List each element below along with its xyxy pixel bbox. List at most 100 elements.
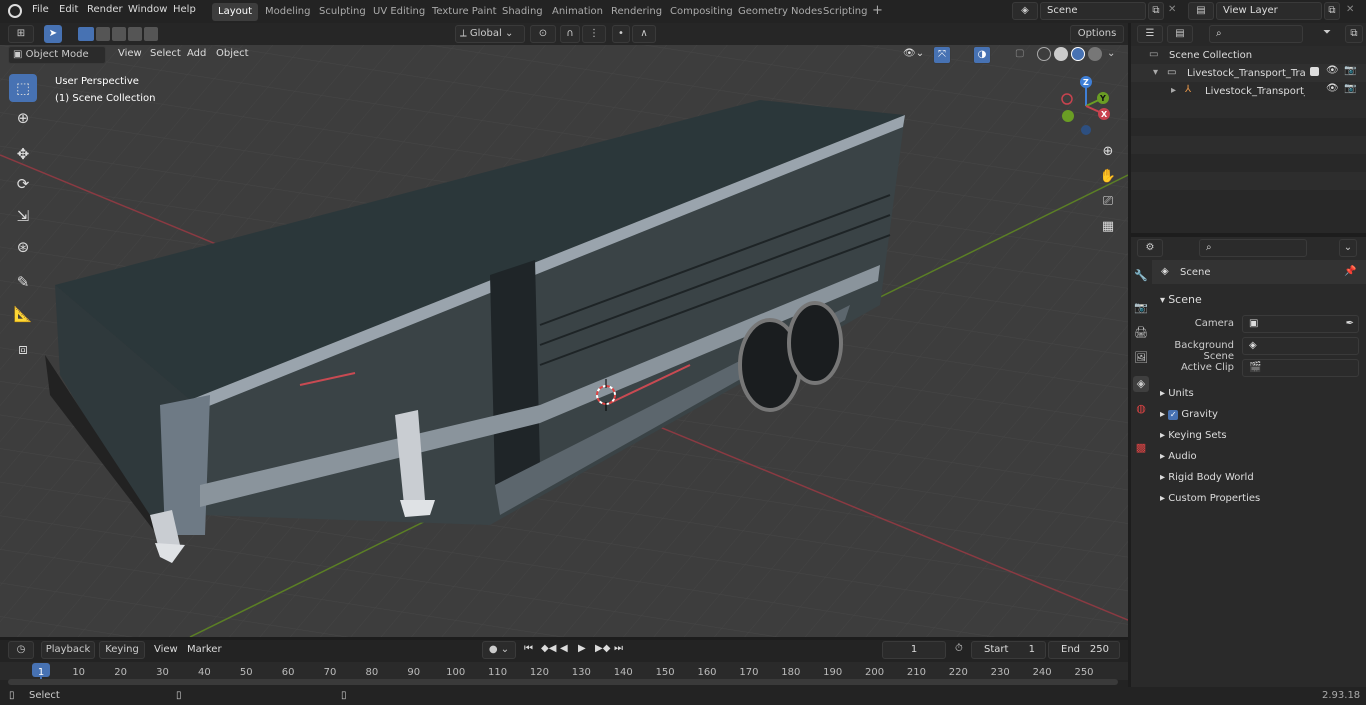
tab-scripting[interactable]: Scripting (817, 3, 873, 21)
play-reverse-icon[interactable]: ◀ (560, 643, 568, 654)
zoom-icon[interactable]: ⊕ (1097, 141, 1119, 163)
record-icon[interactable]: ● ⌄ (482, 641, 516, 659)
next-keyframe-icon[interactable]: ▶◆ (595, 643, 610, 654)
shading-options-chevron-icon[interactable]: ⌄ (1107, 48, 1115, 59)
select-new-icon[interactable] (78, 27, 94, 41)
remove-view-layer-icon[interactable]: ✕ (1346, 4, 1354, 15)
select-extend-icon[interactable] (96, 27, 110, 41)
timeline-menu-marker[interactable]: Marker (187, 644, 222, 655)
pan-hand-icon[interactable]: ✋ (1097, 166, 1119, 188)
perspective-grid-icon[interactable]: ▦ (1097, 216, 1119, 238)
tab-uv-editing[interactable]: UV Editing (367, 3, 431, 21)
select-tool-icon[interactable]: ➤ (44, 25, 62, 43)
menu-add[interactable]: Add (187, 48, 206, 59)
measure-tool-icon[interactable]: 📐 (9, 300, 37, 328)
render-tab-icon[interactable]: 📷 (1133, 300, 1149, 316)
outliner-editor-type-icon[interactable]: ☰ (1137, 25, 1163, 43)
expand-chevron-icon[interactable]: ▾ (1153, 67, 1158, 78)
timeline-scrollbar[interactable] (8, 679, 1118, 685)
menu-help[interactable]: Help (173, 4, 196, 15)
custom-properties-panel-header[interactable]: ▸ Custom Properties (1160, 493, 1260, 504)
properties-search-input[interactable]: ⌕ (1199, 239, 1307, 257)
hide-eye-icon[interactable]: 👁 (1326, 83, 1339, 94)
jump-end-icon[interactable]: ⏭ (614, 643, 623, 654)
menu-render[interactable]: Render (87, 4, 123, 15)
tab-layout[interactable]: Layout (212, 3, 258, 21)
annotate-tool-icon[interactable]: ✎ (9, 268, 37, 296)
background-scene-field[interactable]: ◈ (1242, 337, 1359, 355)
transform-tool-icon[interactable]: ⊛ (9, 233, 37, 261)
texture-tab-icon[interactable]: ▩ (1133, 440, 1149, 456)
camera-view-icon[interactable]: ⎚ (1097, 191, 1119, 213)
3d-viewport[interactable]: User Perspective (1) Scene Collection Z … (0, 45, 1128, 637)
active-clip-field[interactable]: 🎬 (1242, 359, 1359, 377)
tool-tab-icon[interactable]: 🔧 (1133, 268, 1149, 284)
new-collection-icon[interactable]: ⧉ (1345, 25, 1363, 43)
snap-icon[interactable]: ∩ (560, 25, 580, 43)
wireframe-shading-icon[interactable] (1037, 47, 1051, 61)
current-frame-field[interactable]: 1 (882, 641, 946, 659)
select-subtract-icon[interactable] (112, 27, 126, 41)
expand-chevron-icon[interactable]: ▸ (1171, 85, 1176, 96)
gravity-checkbox[interactable]: ✓ (1168, 410, 1179, 420)
mode-select[interactable]: ▣ Object Mode (8, 46, 106, 64)
material-shading-icon[interactable] (1071, 47, 1085, 61)
outliner-item-collection[interactable]: Livestock_Transport_Trailer_N (1187, 68, 1305, 79)
tab-shading[interactable]: Shading (496, 3, 549, 21)
prev-keyframe-icon[interactable]: ◆◀ (541, 643, 556, 654)
scene-panel-header[interactable]: ▾ Scene (1160, 293, 1202, 306)
snap-target-icon[interactable]: ⋮ (582, 25, 606, 43)
camera-field[interactable]: ▣ ✒ (1242, 315, 1359, 333)
menu-window[interactable]: Window (128, 4, 167, 15)
eyedropper-icon[interactable]: ✒ (1346, 316, 1354, 332)
menu-select[interactable]: Select (150, 48, 181, 59)
start-frame-field[interactable]: Start 1 (971, 641, 1046, 659)
gravity-panel-header[interactable]: ▸ ✓ Gravity (1160, 409, 1218, 420)
tab-modeling[interactable]: Modeling (259, 3, 317, 21)
play-icon[interactable]: ▶ (578, 643, 586, 654)
filter-icon[interactable]: ⏷ (1323, 27, 1331, 38)
rigid-body-world-panel-header[interactable]: ▸ Rigid Body World (1160, 472, 1254, 483)
scene-browse-icon[interactable]: ◈ (1012, 2, 1038, 20)
menu-file[interactable]: File (32, 4, 49, 15)
timeline-menu-view[interactable]: View (154, 644, 178, 655)
rotate-tool-icon[interactable]: ⟳ (9, 170, 37, 198)
view-layer-browse-icon[interactable]: ▤ (1188, 2, 1214, 20)
view-layer-field[interactable]: View Layer (1216, 2, 1322, 20)
outliner-search-input[interactable]: ⌕ (1209, 25, 1303, 43)
transform-orientation-select[interactable]: ⟂ Global ⌄ (455, 25, 525, 43)
scene-collection-label[interactable]: Scene Collection (1169, 50, 1252, 61)
timeline-editor-type-icon[interactable]: ◷ (8, 641, 34, 659)
add-workspace-button[interactable]: + (866, 2, 889, 20)
options-button[interactable]: Options (1070, 25, 1124, 43)
new-scene-icon[interactable]: ⧉ (1148, 2, 1164, 20)
audio-panel-header[interactable]: ▸ Audio (1160, 451, 1197, 462)
gizmo-toggle-icon[interactable]: ⤧ (933, 46, 951, 64)
menu-view[interactable]: View (118, 48, 142, 59)
render-camera-icon[interactable]: 📷 (1344, 65, 1356, 76)
units-panel-header[interactable]: ▸ Units (1160, 388, 1194, 399)
tab-compositing[interactable]: Compositing (664, 3, 739, 21)
exclude-checkbox[interactable] (1310, 67, 1319, 76)
hide-eye-icon[interactable]: 👁 (1326, 65, 1339, 76)
select-box-tool-icon[interactable]: ⬚ (9, 74, 37, 102)
world-tab-icon[interactable]: ◍ (1133, 401, 1149, 417)
new-view-layer-icon[interactable]: ⧉ (1324, 2, 1340, 20)
tab-geometry-nodes[interactable]: Geometry Nodes (732, 3, 828, 21)
output-tab-icon[interactable]: 🖨 (1133, 325, 1149, 341)
move-tool-icon[interactable]: ✥ (9, 140, 37, 168)
pin-icon[interactable]: 📌 (1344, 266, 1356, 277)
add-cube-tool-icon[interactable]: ⧈ (9, 335, 37, 363)
keying-sets-panel-header[interactable]: ▸ Keying Sets (1160, 430, 1227, 441)
keying-menu[interactable]: Keying ⌄ (99, 641, 145, 671)
display-mode-icon[interactable]: ▤ (1167, 25, 1193, 43)
scene-tab-icon[interactable]: ◈ (1133, 376, 1149, 392)
rendered-shading-icon[interactable] (1088, 47, 1102, 61)
properties-options-chevron-icon[interactable]: ⌄ (1339, 239, 1357, 257)
cursor-tool-icon[interactable]: ⊕ (9, 104, 37, 132)
tab-texture-paint[interactable]: Texture Paint (426, 3, 503, 21)
menu-edit[interactable]: Edit (59, 4, 78, 15)
remove-scene-icon[interactable]: ✕ (1168, 4, 1176, 15)
tab-sculpting[interactable]: Sculpting (313, 3, 372, 21)
xray-icon[interactable]: ▢ (1015, 48, 1024, 59)
